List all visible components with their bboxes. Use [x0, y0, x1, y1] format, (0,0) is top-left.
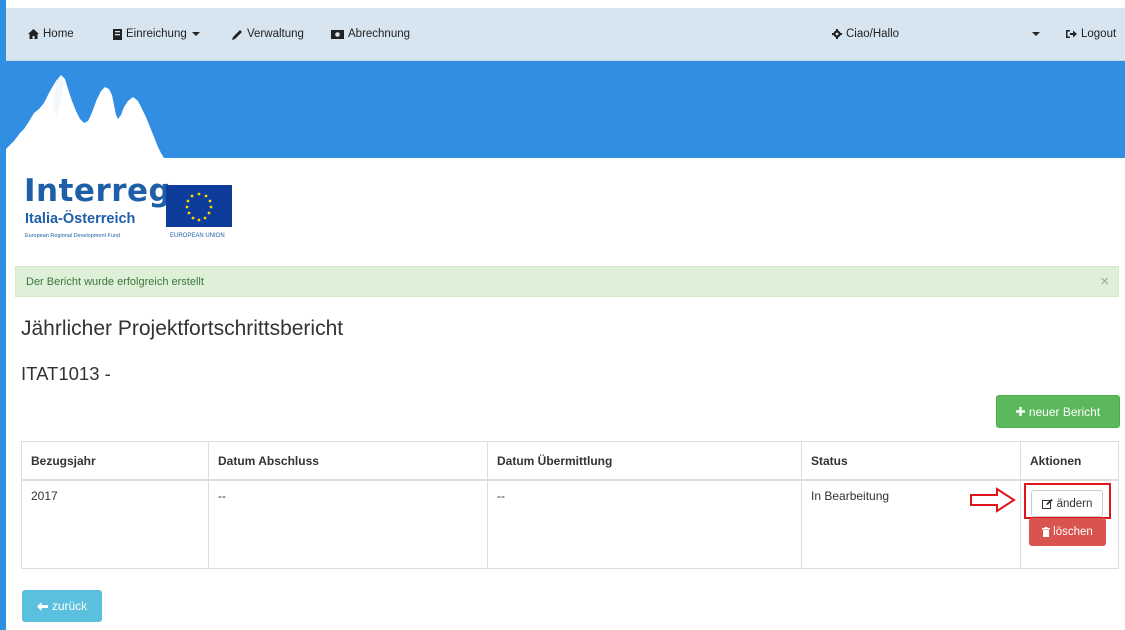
chevron-down-icon [1032, 32, 1040, 36]
edit-icon [1041, 498, 1053, 509]
success-alert: Der Bericht wurde erfolgreich erstellt × [15, 266, 1119, 297]
column-header-closing-date: Datum Abschluss [218, 453, 319, 468]
home-icon [28, 29, 39, 39]
money-icon [331, 29, 344, 39]
column-header-actions: Aktionen [1030, 453, 1082, 468]
edit-button[interactable]: ändern [1031, 490, 1103, 517]
back-label: zurück [51, 599, 88, 613]
trash-icon [1042, 527, 1051, 537]
pencil-icon [232, 29, 243, 40]
nav-submission-label: Einreichung [126, 28, 187, 40]
navbar: Home Einreichung Verwaltung Abrechnung C… [6, 8, 1125, 61]
column-header-transmission-date: Datum Übermittlung [497, 453, 613, 468]
reports-table: Bezugsjahr Datum Abschluss Datum Übermit… [21, 441, 1119, 569]
mountains-illustration [6, 75, 164, 158]
cell-year: 2017 [31, 489, 58, 503]
column-header-status: Status [811, 453, 848, 468]
page-title: Jährlicher Projektfortschrittsbericht [21, 317, 344, 340]
eu-flag-icon [166, 185, 232, 227]
plus-icon [1015, 407, 1025, 416]
alert-message: Der Bericht wurde erfolgreich erstellt [26, 275, 204, 288]
nav-user-label: Ciao/Hallo [846, 28, 900, 40]
nav-administration-label: Verwaltung [247, 28, 304, 40]
cell-closing-date: -- [218, 489, 226, 503]
new-report-label: neuer Bericht [1028, 404, 1101, 419]
book-icon [113, 28, 122, 40]
edit-label: ändern [1056, 497, 1093, 510]
interreg-logo: Interreg Italia-Österreich European Regi… [24, 176, 234, 246]
logo-title: Interreg [24, 173, 172, 209]
column-header-year: Bezugsjahr [31, 453, 96, 468]
logo-fund-text: European Regional Development Fund [25, 233, 121, 239]
nav-billing[interactable]: Abrechnung [331, 8, 410, 60]
nav-logout[interactable]: Logout [1066, 8, 1116, 60]
arrow-left-icon [36, 601, 48, 611]
chevron-down-icon [191, 32, 200, 36]
column-divider [208, 442, 209, 568]
delete-button[interactable]: löschen [1029, 518, 1106, 546]
nav-home-label: Home [43, 28, 74, 40]
column-divider [487, 442, 488, 568]
user-dropdown-toggle[interactable] [1032, 8, 1040, 60]
project-code: ITAT1013 - [21, 363, 111, 384]
arrow-right-icon [970, 487, 1016, 513]
delete-label: löschen [1053, 526, 1093, 538]
nav-user-menu[interactable]: Ciao/Hallo [832, 8, 899, 60]
back-button[interactable]: zurück [22, 590, 102, 622]
nav-logout-label: Logout [1081, 28, 1117, 40]
close-icon[interactable]: × [1100, 273, 1109, 290]
nav-home[interactable]: Home [28, 8, 74, 60]
gear-icon [832, 29, 842, 39]
eu-label: EUROPEAN UNION [170, 233, 225, 239]
header-banner [6, 61, 1125, 158]
column-divider [801, 442, 802, 568]
logout-icon [1066, 29, 1077, 39]
new-report-button[interactable]: neuer Bericht [996, 395, 1120, 428]
nav-billing-label: Abrechnung [348, 28, 411, 40]
nav-administration[interactable]: Verwaltung [232, 8, 304, 60]
table-header-row: Bezugsjahr Datum Abschluss Datum Übermit… [22, 442, 1118, 481]
logo-subtitle: Italia-Österreich [25, 211, 136, 227]
top-strip [0, 0, 1125, 8]
nav-submission-dropdown[interactable]: Einreichung [113, 8, 200, 60]
column-divider [1020, 442, 1021, 568]
cell-transmission-date: -- [497, 489, 505, 503]
